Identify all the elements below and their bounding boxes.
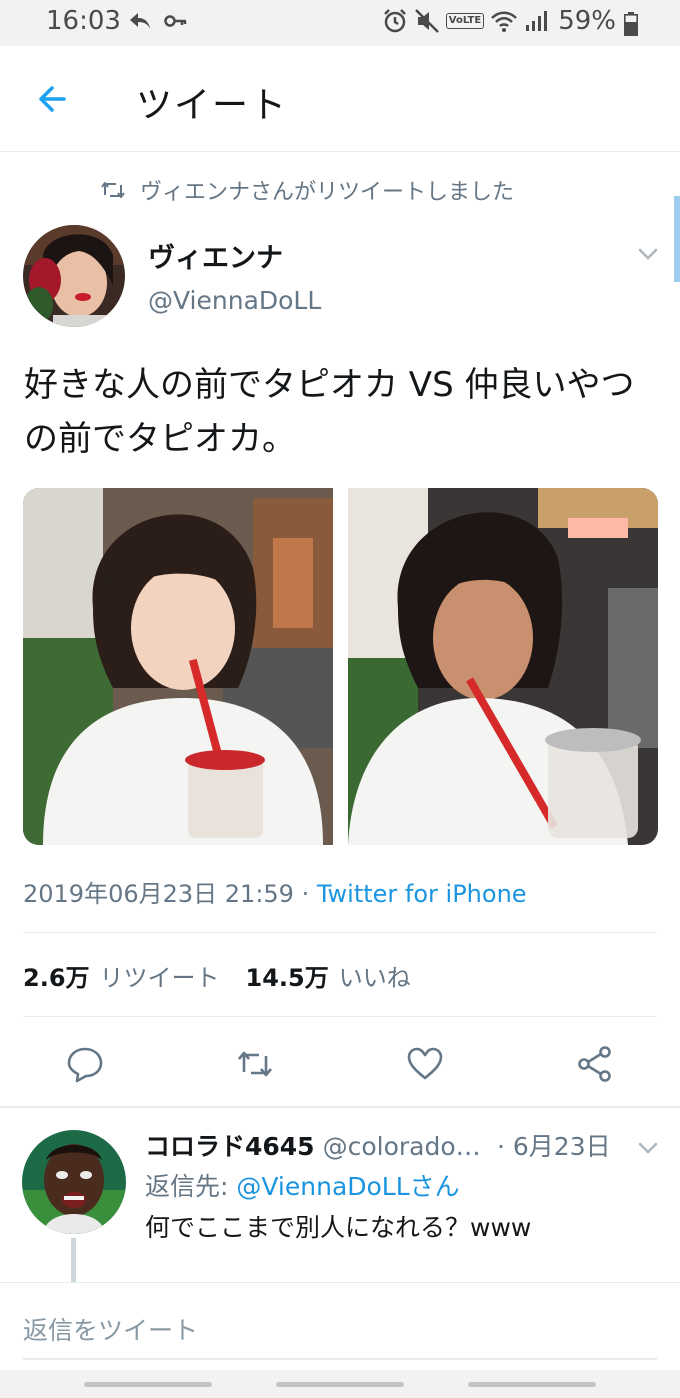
like-stat[interactable]: 14.5万 いいね [246,958,411,993]
reply-author-name[interactable]: コロラド4645 [145,1127,315,1163]
status-time: 16:03 [46,6,121,36]
tweet-text: 好きな人の前でタピオカ VS 仲良いやつの前でタピオカ。 [24,365,635,459]
timestamp-text: 2019年06月23日 21:59 · [23,880,317,908]
reply-composer: 返信をツイート [0,1282,680,1368]
composer-underline [23,1358,657,1360]
mute-icon [414,9,439,33]
thread-separator [0,1106,680,1108]
status-bar: 16:03 VoLTE 59% [0,0,680,46]
nav-handle[interactable] [468,1382,596,1387]
back-arrow-icon[interactable] [30,76,76,122]
like-icon[interactable] [405,1044,445,1084]
retweet-stat[interactable]: 2.6万 リツイート [23,958,220,993]
nav-handle[interactable] [84,1382,212,1387]
like-count: 14.5万 [245,964,329,992]
tweet-stats: 2.6万 リツイート 14.5万 いいね [23,958,411,993]
tweet-photo-right[interactable] [348,488,658,845]
nav-handle[interactable] [276,1382,404,1387]
tweet-timestamp: 2019年06月23日 21:59 · Twitter for iPhone [23,874,527,909]
reply-icon[interactable] [65,1044,105,1084]
reply-author-handle[interactable]: @colorado… [323,1132,481,1161]
alarm-icon [383,9,406,33]
avatar[interactable] [23,225,125,327]
chevron-down-icon[interactable] [636,242,660,266]
scroll-indicator [674,196,680,282]
tweet-photo-left[interactable] [23,488,333,845]
reply-notification-icon [130,13,150,29]
reply-to-prefix: 返信先: [145,1172,237,1201]
battery-icon [624,12,638,36]
thread-line [71,1238,76,1282]
source-link[interactable]: Twitter for iPhone [317,880,527,908]
divider [23,1016,657,1017]
retweet-label: リツイート [99,964,220,992]
share-icon[interactable] [575,1044,615,1084]
chevron-down-icon[interactable] [636,1136,660,1160]
page-title: ツイート [136,85,289,126]
battery-percent: 59% [558,6,616,36]
volte-icon: VoLTE [445,13,485,29]
retweet-banner[interactable]: ヴィエンナさんがリツイートしました [100,174,514,206]
divider [23,932,657,933]
reply-avatar[interactable] [22,1130,126,1234]
system-nav-bar [0,1370,680,1398]
tweet-actions [0,1036,680,1090]
author-name[interactable]: ヴィエンナ [148,236,283,275]
reply-text: 何でここまで別人になれる？www [145,1213,532,1242]
app-header: ツイート [0,46,680,152]
retweet-icon [101,182,125,198]
retweet-banner-text: ヴィエンナさんがリツイートしました [140,180,515,205]
reply-to-line: 返信先: @ViennaDoLLさん [145,1167,460,1203]
signal-icon [526,11,548,31]
retweet-action-icon[interactable] [235,1044,275,1084]
retweet-count: 2.6万 [23,964,90,992]
author-handle[interactable]: @ViennaDoLL [148,286,321,315]
reply-input[interactable]: 返信をツイート [23,1311,198,1347]
reply-to-mention[interactable]: @ViennaDoLLさん [236,1172,459,1201]
like-label: いいね [338,964,411,992]
reply-date[interactable]: · 6月23日 [497,1127,611,1163]
key-icon [164,15,187,27]
wifi-icon [491,11,518,32]
reply-header: コロラド4645 @colorado… · 6月23日 [145,1127,611,1163]
